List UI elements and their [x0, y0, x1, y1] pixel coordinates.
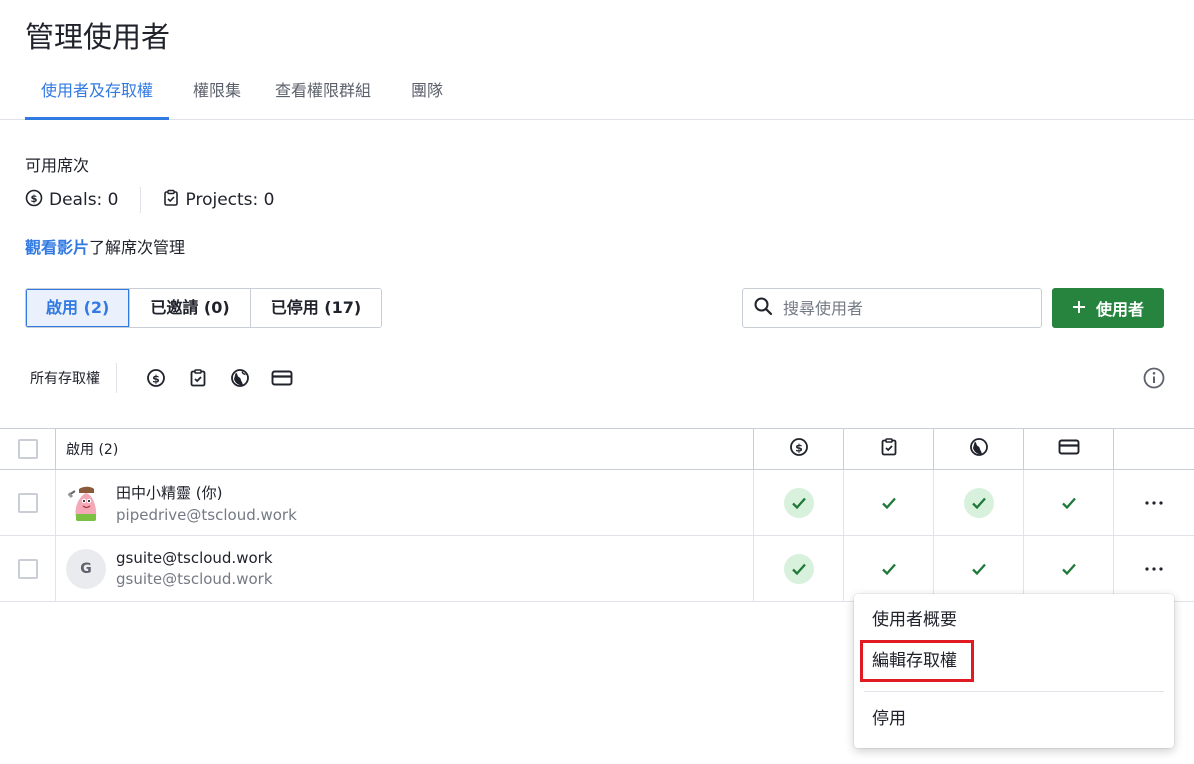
- header-active-label: 啟用 (2): [66, 442, 119, 458]
- select-all-checkbox[interactable]: [17, 439, 38, 459]
- perm-projects-cell: [844, 470, 934, 535]
- plus-icon: [1072, 299, 1086, 318]
- watch-video-link[interactable]: 觀看影片: [25, 238, 89, 257]
- perm-projects-cell: [844, 536, 934, 601]
- check-icon: [1054, 554, 1084, 584]
- access-filter-row: 所有存取權 $: [30, 362, 303, 394]
- seat-projects-count: Projects: 0: [185, 190, 275, 210]
- user-text: 田中小精靈 (你) pipedrive@tscloud.work: [116, 482, 297, 524]
- header-globe-cell: [934, 429, 1024, 469]
- perm-globe-cell: [934, 536, 1024, 601]
- globe-icon[interactable]: [219, 362, 261, 394]
- card-icon: [1058, 438, 1080, 460]
- user-email: gsuite@tscloud.work: [116, 570, 273, 588]
- seat-deals-count: Deals: 0: [49, 190, 119, 210]
- menu-item-user-profile[interactable]: 使用者概要: [854, 600, 1174, 640]
- deals-dollar-icon: $: [25, 189, 43, 212]
- perm-globe-cell: [934, 470, 1024, 535]
- deals-dollar-icon: $: [789, 437, 809, 461]
- user-name[interactable]: 田中小精靈 (你): [116, 482, 297, 503]
- search-icon: [753, 296, 773, 320]
- svg-text:$: $: [152, 373, 160, 386]
- seats-row: $ Deals: 0 Projects: 0: [25, 187, 274, 213]
- check-icon: [1054, 488, 1084, 518]
- user-cell: 田中小精靈 (你) pipedrive@tscloud.work: [56, 470, 754, 535]
- header-checkbox-cell: [0, 429, 56, 469]
- tab-bar: 使用者及存取權 權限集 查看權限群組 團隊: [0, 68, 1194, 120]
- check-icon: [963, 487, 994, 518]
- add-user-label: 使用者: [1095, 300, 1144, 319]
- deals-dollar-icon[interactable]: $: [135, 362, 177, 394]
- tab-visibility-groups[interactable]: 查看權限群組: [275, 68, 371, 120]
- svg-text:$: $: [795, 442, 803, 455]
- users-table: 啟用 (2) $ 田中小精靈 (你) pipedrive@tscloud.wor…: [0, 428, 1194, 602]
- projects-clipboard-icon: [162, 189, 180, 212]
- globe-icon: [969, 437, 989, 461]
- video-help-line: 觀看影片了解席次管理: [25, 234, 185, 258]
- user-text: gsuite@tscloud.work gsuite@tscloud.work: [116, 549, 273, 588]
- check-icon: [874, 488, 904, 518]
- table-header: 啟用 (2) $: [0, 428, 1194, 470]
- card-icon[interactable]: [261, 362, 303, 394]
- seat-projects: Projects: 0: [162, 189, 275, 212]
- table-row: G gsuite@tscloud.work gsuite@tscloud.wor…: [0, 536, 1194, 602]
- row-checkbox-cell: [0, 470, 56, 535]
- page-title: 管理使用者: [25, 20, 171, 54]
- perm-deals-cell: [754, 470, 844, 535]
- avatar: [66, 482, 106, 523]
- perm-card-cell: [1024, 536, 1114, 601]
- video-help-text: 了解席次管理: [89, 238, 186, 257]
- header-card-cell: [1024, 429, 1114, 469]
- check-icon: [783, 553, 814, 584]
- more-icon[interactable]: [1139, 554, 1169, 584]
- check-icon: [874, 554, 904, 584]
- svg-text:$: $: [31, 194, 38, 205]
- row-checkbox[interactable]: [17, 492, 38, 513]
- menu-divider: [864, 691, 1164, 692]
- user-cell: G gsuite@tscloud.work gsuite@tscloud.wor…: [56, 536, 754, 601]
- perm-deals-cell: [754, 536, 844, 601]
- row-checkbox[interactable]: [17, 558, 38, 579]
- filter-all-access[interactable]: 所有存取權: [30, 368, 100, 388]
- more-icon[interactable]: [1139, 488, 1169, 518]
- segment-active[interactable]: 啟用 (2): [26, 289, 131, 327]
- row-actions-cell: [1114, 536, 1194, 601]
- check-icon: [783, 487, 814, 518]
- perm-card-cell: [1024, 470, 1114, 535]
- status-segmented-control: 啟用 (2) 已邀請 (0) 已停用 (17): [25, 288, 383, 328]
- search-input[interactable]: [783, 298, 1023, 318]
- check-icon: [964, 554, 994, 584]
- row-checkbox-cell: [0, 536, 56, 601]
- segment-deactivated[interactable]: 已停用 (17): [250, 289, 382, 327]
- seat-divider: [139, 187, 141, 213]
- tab-permission-sets[interactable]: 權限集: [193, 68, 241, 120]
- menu-item-deactivate[interactable]: 停用: [854, 699, 1174, 739]
- projects-clipboard-icon: [879, 437, 899, 461]
- user-name[interactable]: gsuite@tscloud.work: [116, 549, 273, 567]
- table-row: 田中小精靈 (你) pipedrive@tscloud.work: [0, 470, 1194, 536]
- avatar: G: [66, 548, 106, 589]
- add-user-button[interactable]: 使用者: [1052, 288, 1164, 328]
- seats-label: 可用席次: [25, 156, 90, 175]
- info-icon[interactable]: [1142, 366, 1166, 390]
- segment-invited[interactable]: 已邀請 (0): [130, 289, 251, 327]
- tab-teams[interactable]: 團隊: [411, 68, 443, 120]
- header-deals-cell: $: [754, 429, 844, 469]
- filter-divider: [116, 363, 117, 393]
- user-email: pipedrive@tscloud.work: [116, 505, 297, 524]
- projects-clipboard-icon[interactable]: [177, 362, 219, 394]
- row-context-menu: 使用者概要 編輯存取權 停用: [854, 594, 1174, 748]
- menu-item-edit-access[interactable]: 編輯存取權: [854, 641, 1174, 681]
- tab-users-access[interactable]: 使用者及存取權: [25, 68, 170, 120]
- header-name-cell: 啟用 (2): [56, 429, 754, 469]
- header-projects-cell: [844, 429, 934, 469]
- row-actions-cell: [1114, 470, 1194, 535]
- seat-deals: $ Deals: 0: [25, 189, 119, 212]
- search-box: [742, 288, 1042, 328]
